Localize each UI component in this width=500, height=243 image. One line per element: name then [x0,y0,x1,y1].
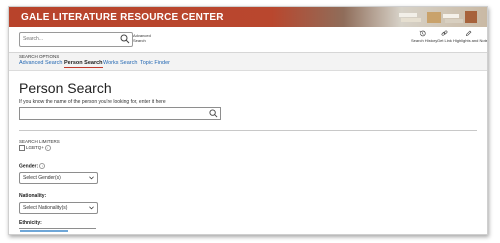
gender-label-row: Gender: i [19,163,46,170]
gender-select-value: Select Gender(s) [23,175,61,181]
page-title: Person Search [19,80,112,96]
tab-advanced-search[interactable]: Advanced Search [19,60,62,66]
gender-label: Gender: [19,163,39,170]
tools-group: Search History Get Link Highlights and N… [411,30,488,50]
ethnicity-label: Ethnicity: [19,220,42,226]
link-icon [441,30,447,36]
search-options-bar: SEARCH OPTIONS Advanced Search Person Se… [9,53,487,71]
pencil-icon [465,30,471,37]
search-history-label: Search History [411,38,438,43]
get-link-label: Get Link [437,38,452,43]
page-instructions: If you know the name of the person you'r… [19,99,166,105]
search-options-heading: SEARCH OPTIONS [19,54,60,59]
books-decoration [399,11,477,23]
search-icon[interactable] [209,109,218,118]
tab-topic-finder[interactable]: Topic Finder [140,60,170,66]
advanced-search-link[interactable]: Advanced Search [133,33,155,43]
basic-search-box [19,32,133,47]
chevron-down-icon [89,176,94,180]
search-history-button[interactable]: Search History [411,30,438,43]
info-icon[interactable]: i [39,163,46,169]
tab-person-search[interactable]: Person Search [64,60,103,68]
top-toolbar: Advanced Search Search History Get Link [9,27,487,53]
site-title[interactable]: GALE LITERATURE RESOURCE CENTER [21,12,224,23]
person-search-field[interactable] [19,107,221,120]
info-icon[interactable]: i [44,145,51,151]
header-banner: GALE LITERATURE RESOURCE CENTER [9,7,487,27]
lgbtq-label: LGBTQ+ [26,145,44,151]
highlights-notes-label: Highlights and Notes [453,38,488,43]
nationality-select[interactable]: Select Nationality(s) [19,202,98,214]
history-icon [419,30,426,37]
nationality-select-value: Select Nationality(s) [23,205,68,211]
section-divider [19,130,477,131]
ethnicity-select[interactable] [19,228,96,234]
browser-frame: GALE LITERATURE RESOURCE CENTER Advanced… [8,6,488,235]
basic-search-input[interactable] [23,33,118,45]
search-icon[interactable] [120,34,130,44]
lgbtq-checkbox[interactable] [19,145,25,151]
ethnicity-select-edge [20,230,68,232]
tab-works-search[interactable]: Works Search [103,60,137,66]
highlights-notes-button[interactable]: Highlights and Notes [453,30,488,43]
gender-select[interactable]: Select Gender(s) [19,172,98,184]
get-link-button[interactable]: Get Link [437,30,452,43]
chevron-down-icon [89,206,94,210]
search-limiters-heading: SEARCH LIMITERS [19,139,60,144]
lgbtq-limiter[interactable]: LGBTQ+ i [19,145,51,151]
nationality-label: Nationality: [19,193,47,199]
